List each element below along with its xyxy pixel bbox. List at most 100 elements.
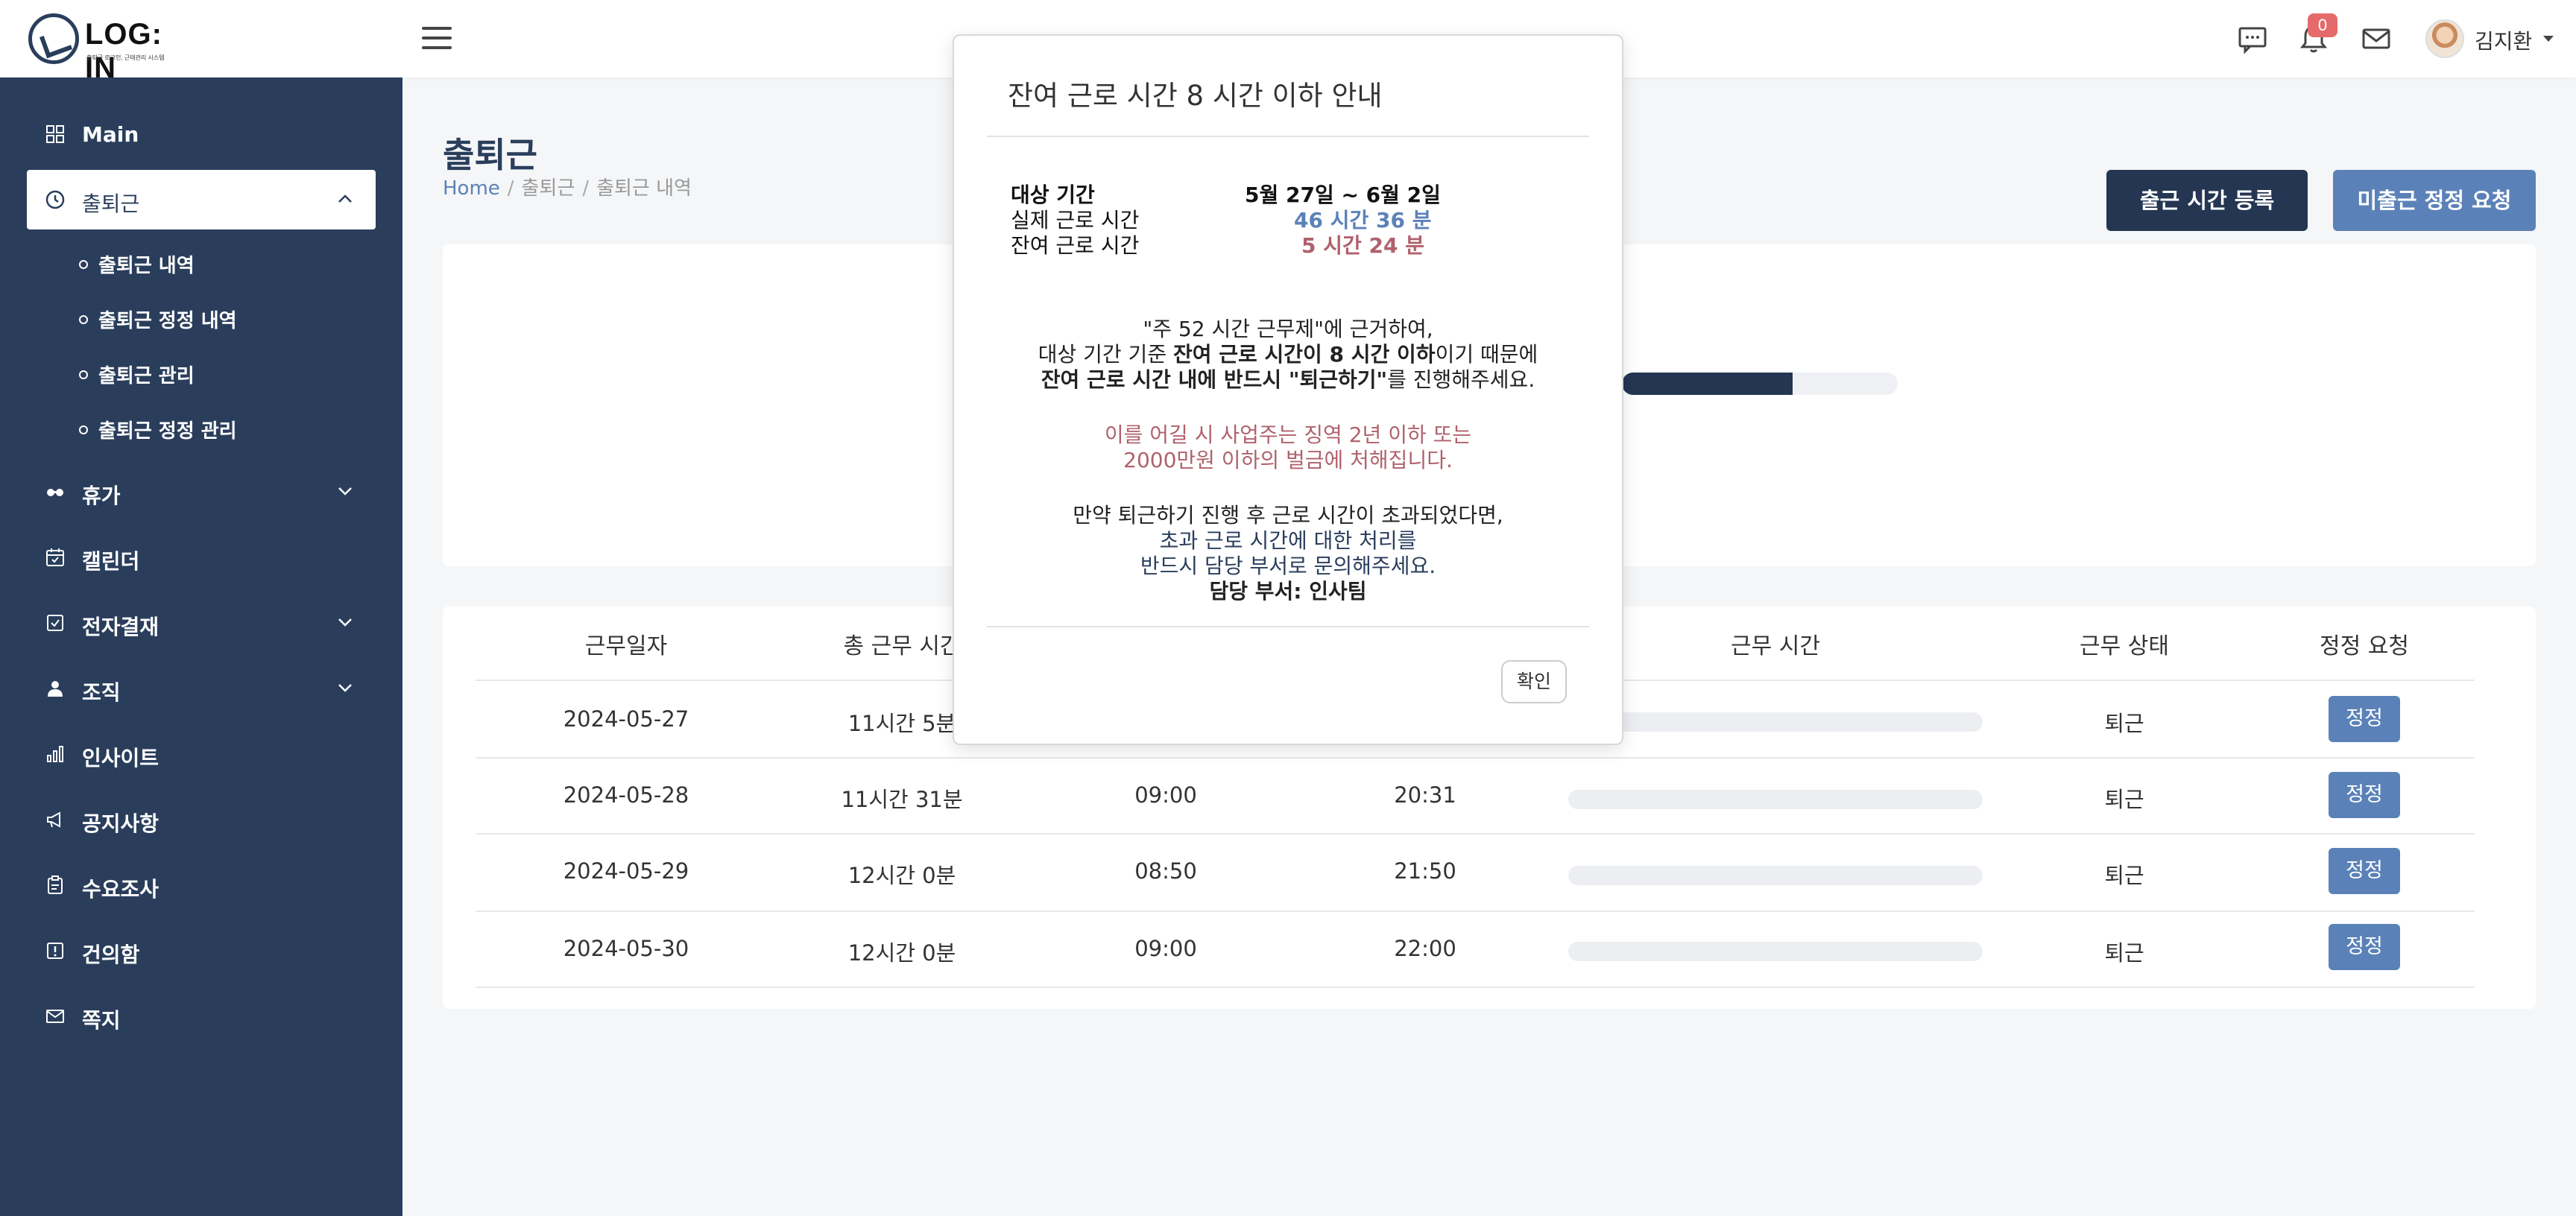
chevron-down-icon[interactable] — [334, 480, 356, 502]
cell-date: 2024-05-28 — [563, 782, 689, 808]
person-icon — [45, 678, 66, 699]
sidebar-item-label: Main — [82, 122, 139, 147]
mail-icon[interactable] — [2360, 22, 2393, 55]
modal-text-span: 를 진행해주세요. — [1387, 367, 1535, 392]
work-time-bar — [1568, 712, 1983, 732]
th-status: 근무 상태 — [2080, 633, 2169, 659]
hamburger-menu-icon[interactable] — [422, 27, 452, 51]
avatar[interactable] — [2425, 19, 2464, 58]
cell-status: 퇴근 — [2104, 711, 2144, 736]
th-work-time: 근무 시간 — [1731, 633, 1820, 659]
grid-icon — [45, 124, 66, 145]
megaphone-icon — [45, 809, 66, 830]
cell-status: 퇴근 — [2104, 863, 2144, 888]
th-date: 근무일자 — [584, 633, 668, 659]
sidebar-item-label: 캘린더 — [82, 549, 140, 574]
cell-end: 22:00 — [1394, 936, 1456, 961]
clock-icon — [45, 189, 66, 210]
cell-date: 2024-05-27 — [563, 706, 689, 732]
cell-status: 퇴근 — [2104, 940, 2144, 966]
cell-start: 09:00 — [1134, 936, 1197, 961]
sidebar-item-organization[interactable]: 조직 — [27, 659, 376, 718]
mail-icon — [45, 1006, 66, 1027]
work-time-bar — [1568, 866, 1983, 885]
cell-total: 12시간 0분 — [847, 940, 956, 966]
work-time-progress — [1622, 373, 1898, 395]
cell-end: 21:50 — [1394, 858, 1456, 884]
sidebar-item-approval[interactable]: 전자결재 — [27, 593, 376, 653]
bullet-icon — [79, 370, 88, 379]
check-square-icon — [45, 612, 66, 633]
table-divider — [476, 911, 2475, 912]
modal-text-bold: 잔여 근로 시간 내에 반드시 "퇴근하기" — [1041, 367, 1388, 392]
sidebar-item-label: 공지사항 — [82, 811, 160, 836]
calendar-icon — [45, 547, 66, 568]
page-title: 출퇴근 — [443, 135, 537, 175]
missed-attendance-request-button[interactable]: 미출근 정정 요청 — [2333, 170, 2536, 231]
work-time-bar — [1568, 790, 1983, 809]
clipboard-icon — [45, 875, 66, 896]
logo-subtext: 출퇴근 로그인, 근태관리 시스템 — [86, 54, 165, 61]
chevron-down-icon[interactable] — [334, 611, 356, 633]
chat-icon[interactable] — [2236, 22, 2269, 55]
correction-button[interactable]: 정정 — [2329, 924, 2400, 970]
remaining-time-value: 5 시간 24 분 — [1301, 233, 1424, 258]
sidebar-item-suggestion[interactable]: 건의함 — [27, 921, 376, 981]
sidebar-item-label: 건의함 — [82, 943, 140, 967]
register-start-time-button[interactable]: 출근 시간 등록 — [2106, 170, 2308, 231]
breadcrumb-item[interactable]: 출퇴근 — [522, 177, 575, 200]
sidebar-item-insight[interactable]: 인사이트 — [27, 724, 376, 784]
correction-button[interactable]: 정정 — [2329, 848, 2400, 894]
logo-text: LOG: IN — [85, 18, 162, 84]
cell-start: 09:00 — [1134, 782, 1197, 808]
logo[interactable]: LOG: IN 출퇴근 로그인, 근태관리 시스템 — [28, 13, 185, 84]
sidebar-item-label: 전자결재 — [82, 615, 160, 639]
breadcrumb: Home / 출퇴근 / 출퇴근 내역 — [443, 177, 692, 200]
th-correction: 정정 요청 — [2320, 633, 2409, 659]
cell-total: 12시간 0분 — [847, 863, 956, 888]
table-divider — [476, 757, 2475, 759]
notification-badge: 0 — [2308, 13, 2337, 37]
confirm-button[interactable]: 확인 — [1501, 660, 1567, 703]
chevron-down-icon[interactable] — [334, 677, 356, 699]
bar-chart-icon — [45, 744, 66, 764]
sidebar-item-label: 조직 — [82, 680, 121, 705]
sidebar-item-label: 출퇴근 — [82, 191, 140, 216]
chevron-up-icon[interactable] — [334, 188, 356, 210]
sidebar-item-attendance[interactable]: 출퇴근 — [27, 170, 376, 229]
cell-status: 퇴근 — [2104, 787, 2144, 812]
alert-square-icon — [45, 940, 66, 961]
bullet-icon — [79, 260, 88, 269]
sidebar-item-survey[interactable]: 수요조사 — [27, 855, 376, 915]
sidebar-item-label: 휴가 — [82, 484, 121, 508]
modal-text-line: 잔여 근로 시간 내에 반드시 "퇴근하기"를 진행해주세요. — [962, 364, 1614, 393]
table-divider — [476, 833, 2475, 835]
user-name[interactable]: 김지환 — [2475, 25, 2532, 55]
sidebar-item-calendar[interactable]: 캘린더 — [27, 528, 376, 587]
sidebar-item-notice[interactable]: 공지사항 — [27, 790, 376, 849]
modal-title: 잔여 근로 시간 8 시간 이하 안내 — [1008, 80, 1383, 112]
sidebar-item-label: 인사이트 — [82, 746, 160, 770]
modal-warning-line: 2000만원 이하의 벌금에 처해집니다. — [1123, 448, 1453, 472]
cell-end: 20:31 — [1394, 782, 1456, 808]
sidebar-item-message[interactable]: 쪽지 — [27, 987, 376, 1046]
modal-divider — [987, 136, 1589, 137]
correction-button[interactable]: 정정 — [2329, 696, 2400, 742]
sidebar-item-vacation[interactable]: 휴가 — [27, 462, 376, 522]
sidebar-item-label: 수요조사 — [82, 877, 160, 902]
correction-button[interactable]: 정정 — [2329, 772, 2400, 818]
breadcrumb-home[interactable]: Home — [443, 177, 500, 200]
sidebar-item-label: 쪽지 — [82, 1008, 121, 1033]
modal-divider — [987, 626, 1589, 627]
chevron-down-icon[interactable] — [2543, 36, 2554, 42]
table-divider — [476, 987, 2475, 988]
modal-note-line: 담당 부서: 인사팀 — [1209, 579, 1367, 604]
remaining-time-label: 잔여 근로 시간 — [1011, 233, 1140, 258]
work-time-progress-fill — [1622, 373, 1793, 395]
cell-total: 11시간 31분 — [841, 787, 963, 812]
sidebar-subitem-label: 출퇴근 내역 — [98, 255, 195, 277]
sidebar-subitem-label: 출퇴근 정정 내역 — [98, 310, 237, 332]
sidebar-item-main[interactable]: Main — [27, 104, 376, 164]
logo-mark-icon — [28, 13, 79, 64]
sidebar-subitem-label: 출퇴근 관리 — [98, 365, 195, 387]
